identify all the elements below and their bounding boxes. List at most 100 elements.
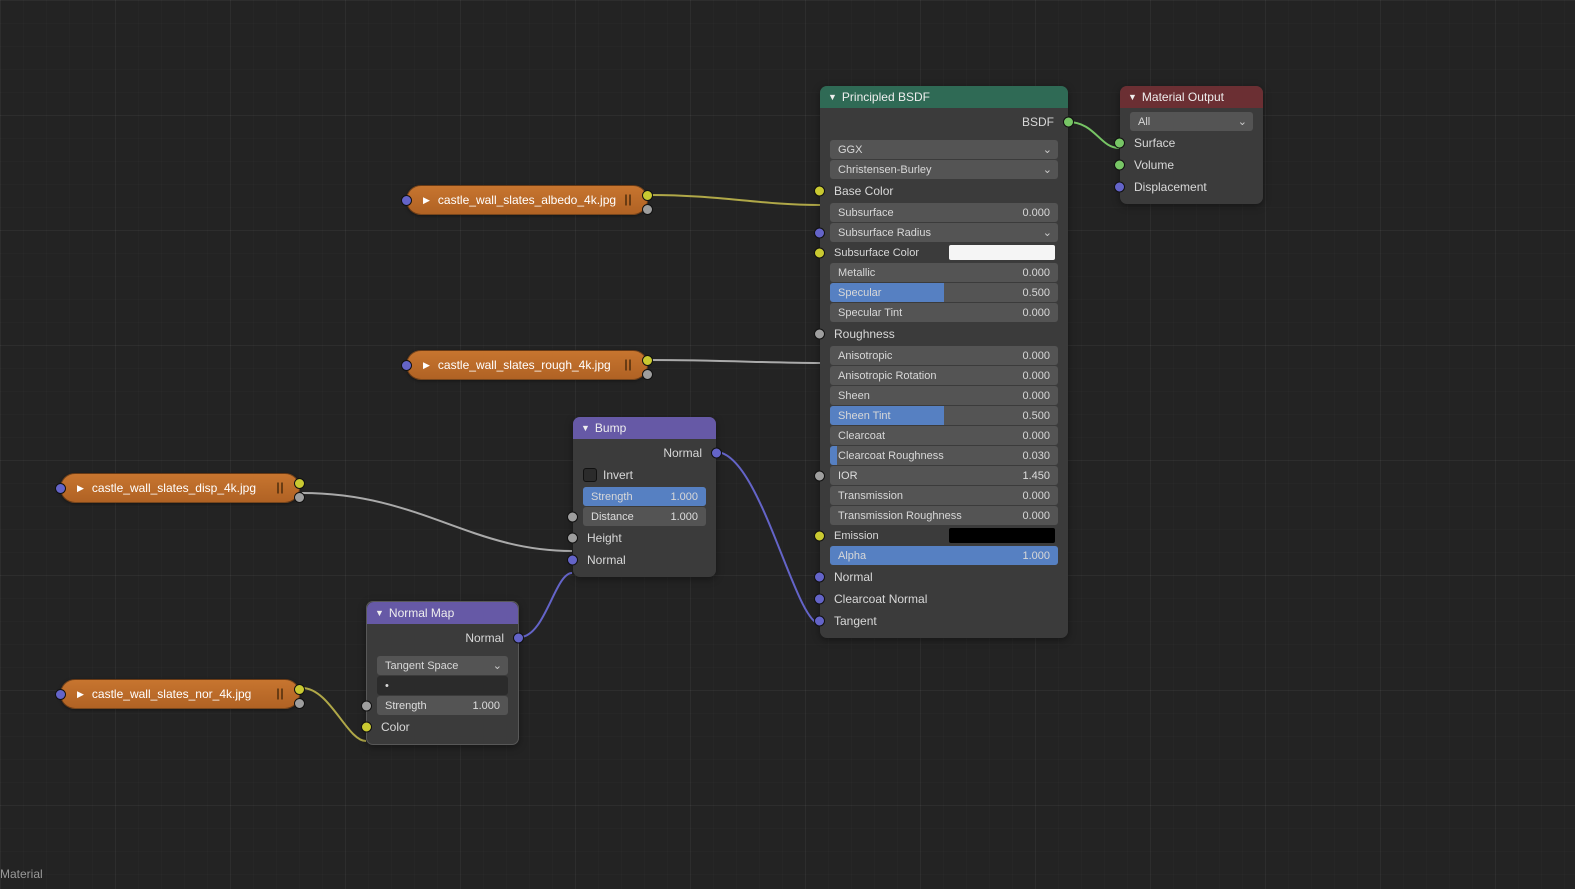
metallic-field[interactable]: Metallic0.000 (830, 263, 1058, 282)
vector-input-socket[interactable] (401, 360, 412, 371)
surface-row: Surface (1120, 132, 1263, 154)
strength-field[interactable]: Strength 1.000 (377, 696, 508, 715)
subsurface-radius-socket[interactable] (814, 227, 825, 238)
alpha-output-socket[interactable] (294, 698, 305, 709)
color-output-socket[interactable] (642, 355, 653, 366)
clearcoat-normal-row: Clearcoat Normal (820, 588, 1068, 610)
base-color-row: Base Color (820, 180, 1068, 202)
alpha-field[interactable]: Alpha1.000 (830, 546, 1058, 565)
tangent-row: Tangent (820, 610, 1068, 632)
anisotropic-field[interactable]: Anisotropic0.000 (830, 346, 1058, 365)
clearcoat-rough-field[interactable]: Clearcoat Roughness0.030 (830, 446, 1058, 465)
target-dropdown[interactable]: All (1130, 112, 1253, 131)
vector-input-socket[interactable] (55, 689, 66, 700)
material-output-node[interactable]: ▼ Material Output All Surface Volume Dis… (1120, 86, 1263, 204)
height-row: Height (573, 527, 716, 549)
node-title: Normal Map (389, 606, 454, 620)
bump-header[interactable]: ▼ Bump (573, 417, 716, 439)
displacement-row: Displacement (1120, 176, 1263, 198)
bump-node[interactable]: ▼ Bump Normal Invert Strength 1.000 Dist… (573, 417, 716, 577)
bsdf-header[interactable]: ▼ Principled BSDF (820, 86, 1068, 108)
ior-field[interactable]: IOR1.450 (830, 466, 1058, 485)
invert-checkbox[interactable] (583, 468, 597, 482)
emission-field[interactable]: Emission (834, 526, 1058, 545)
clearcoat-field[interactable]: Clearcoat0.000 (830, 426, 1058, 445)
normal-map-header[interactable]: ▼ Normal Map (367, 602, 518, 624)
normal-output-socket[interactable] (513, 633, 524, 644)
collapse-icon: ▶ (423, 360, 430, 371)
texture-label: castle_wall_slates_nor_4k.jpg (92, 687, 251, 701)
output-header[interactable]: ▼ Material Output (1120, 86, 1263, 108)
collapse-icon: ▼ (581, 423, 590, 433)
distance-field[interactable]: Distance 1.000 (583, 507, 706, 526)
output-normal-row: Normal (573, 442, 716, 464)
subsurface-radius-field[interactable]: Subsurface Radius (830, 223, 1058, 242)
normal-input-socket[interactable] (567, 555, 578, 566)
subsurface-color-field[interactable]: Subsurface Color (834, 243, 1058, 262)
color-output-socket[interactable] (294, 684, 305, 695)
specular-field[interactable]: Specular0.500 (830, 283, 1058, 302)
specular-tint-field[interactable]: Specular Tint0.000 (830, 303, 1058, 322)
collapse-icon: ▶ (77, 689, 84, 700)
texture-node-disp[interactable]: ▶ castle_wall_slates_disp_4k.jpg (60, 473, 300, 503)
texture-label: castle_wall_slates_disp_4k.jpg (92, 481, 256, 495)
volume-row: Volume (1120, 154, 1263, 176)
collapse-icon: ▶ (423, 195, 430, 206)
texture-label: castle_wall_slates_rough_4k.jpg (438, 358, 611, 372)
collapse-icon: ▼ (1128, 92, 1137, 102)
tangent-socket[interactable] (814, 616, 825, 627)
collapse-icon: ▼ (375, 608, 384, 618)
texture-label: castle_wall_slates_albedo_4k.jpg (438, 193, 616, 207)
texture-node-albedo[interactable]: ▶ castle_wall_slates_albedo_4k.jpg (406, 185, 648, 215)
displacement-socket[interactable] (1114, 182, 1125, 193)
clearcoat-normal-socket[interactable] (814, 594, 825, 605)
collapse-icon: ▼ (828, 92, 837, 102)
emission-socket[interactable] (814, 530, 825, 541)
uvmap-field[interactable]: • (377, 676, 508, 695)
distance-input-socket[interactable] (567, 511, 578, 522)
height-input-socket[interactable] (567, 533, 578, 544)
sheen-tint-field[interactable]: Sheen Tint0.500 (830, 406, 1058, 425)
sss-method-dropdown[interactable]: Christensen-Burley (830, 160, 1058, 179)
subsurface-color-socket[interactable] (814, 247, 825, 258)
vector-input-socket[interactable] (401, 195, 412, 206)
alpha-output-socket[interactable] (642, 369, 653, 380)
normal-socket[interactable] (814, 572, 825, 583)
color-output-socket[interactable] (294, 478, 305, 489)
normal-map-node[interactable]: ▼ Normal Map Normal Tangent Space • Stre… (366, 601, 519, 745)
surface-socket[interactable] (1114, 138, 1125, 149)
color-output-socket[interactable] (642, 190, 653, 201)
status-text: Material (0, 867, 43, 881)
distribution-dropdown[interactable]: GGX (830, 140, 1058, 159)
principled-bsdf-node[interactable]: ▼ Principled BSDF BSDF GGX Christensen-B… (820, 86, 1068, 638)
bsdf-output-socket[interactable] (1063, 117, 1074, 128)
volume-socket[interactable] (1114, 160, 1125, 171)
transmission-field[interactable]: Transmission0.000 (830, 486, 1058, 505)
strength-field[interactable]: Strength 1.000 (583, 487, 706, 506)
color-input-socket[interactable] (361, 722, 372, 733)
normal-output-socket[interactable] (711, 448, 722, 459)
strength-input-socket[interactable] (361, 700, 372, 711)
space-dropdown[interactable]: Tangent Space (377, 656, 508, 675)
output-bsdf-row: BSDF (820, 111, 1068, 133)
invert-row: Invert (573, 464, 716, 486)
vector-input-socket[interactable] (55, 483, 66, 494)
base-color-socket[interactable] (814, 186, 825, 197)
normal-row: Normal (573, 549, 716, 571)
roughness-socket[interactable] (814, 329, 825, 340)
collapse-icon: ▶ (77, 483, 84, 494)
subsurface-field[interactable]: Subsurface0.000 (830, 203, 1058, 222)
trans-rough-field[interactable]: Transmission Roughness0.000 (830, 506, 1058, 525)
node-title: Principled BSDF (842, 90, 930, 104)
ior-socket[interactable] (814, 470, 825, 481)
alpha-output-socket[interactable] (294, 492, 305, 503)
texture-node-rough[interactable]: ▶ castle_wall_slates_rough_4k.jpg (406, 350, 648, 380)
node-title: Material Output (1142, 90, 1224, 104)
normal-row: Normal (820, 566, 1068, 588)
sheen-field[interactable]: Sheen0.000 (830, 386, 1058, 405)
node-title: Bump (595, 421, 626, 435)
texture-node-nor[interactable]: ▶ castle_wall_slates_nor_4k.jpg (60, 679, 300, 709)
alpha-output-socket[interactable] (642, 204, 653, 215)
output-normal-row: Normal (367, 627, 518, 649)
aniso-rot-field[interactable]: Anisotropic Rotation0.000 (830, 366, 1058, 385)
